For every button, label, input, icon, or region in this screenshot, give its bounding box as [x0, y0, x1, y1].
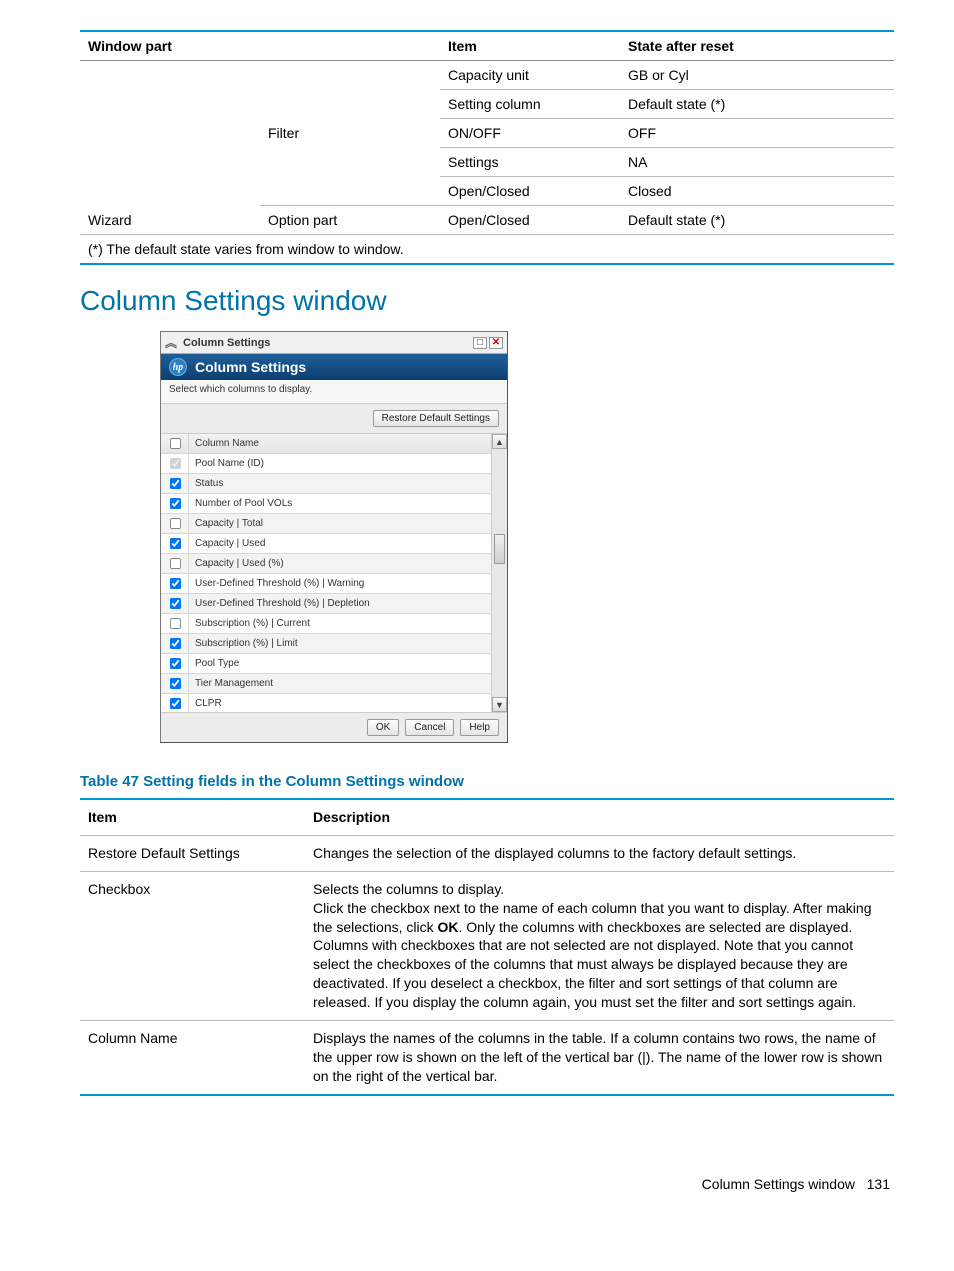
hp-logo-icon: hp	[169, 358, 187, 376]
help-button[interactable]: Help	[460, 719, 499, 736]
list-header-row: Column Name	[161, 434, 491, 454]
column-checkbox[interactable]	[169, 538, 180, 549]
dialog-instruction: Select which columns to display.	[161, 380, 507, 404]
list-item: Subscription (%) | Current	[161, 614, 491, 634]
cancel-button[interactable]: Cancel	[405, 719, 454, 736]
list-item: Subscription (%) | Limit	[161, 634, 491, 654]
th-state: State after reset	[620, 31, 894, 61]
table47-caption: Table 47 Setting fields in the Column Se…	[80, 773, 894, 790]
column-name-label: CLPR	[189, 698, 491, 709]
restore-default-settings-button[interactable]: Restore Default Settings	[373, 410, 499, 427]
table-row: Checkbox Selects the columns to display.…	[80, 871, 894, 1020]
column-list: Column Name Pool Name (ID) Status Number o…	[161, 434, 507, 712]
column-checkbox[interactable]	[169, 598, 180, 609]
column-name-label: Subscription (%) | Current	[189, 618, 491, 629]
column-checkbox[interactable]	[169, 618, 180, 629]
list-item: Tier Management	[161, 674, 491, 694]
column-name-label: Pool Type	[189, 658, 491, 669]
column-checkbox[interactable]	[169, 658, 180, 669]
column-checkbox[interactable]	[169, 558, 180, 569]
desc-bold: OK	[438, 919, 459, 935]
column-checkbox	[169, 458, 180, 469]
column-checkbox[interactable]	[169, 698, 180, 709]
column-name-label: User-Defined Threshold (%) | Warning	[189, 578, 491, 589]
dialog-footer: OK Cancel Help	[161, 712, 507, 742]
dialog-titlebar-text: Column Settings	[183, 337, 270, 349]
list-item: CLPR	[161, 694, 491, 712]
list-item: Capacity | Total	[161, 514, 491, 534]
column-settings-dialog: ︽ Column Settings □ ✕ hp Column Settings…	[160, 331, 508, 743]
th-description: Description	[305, 799, 894, 835]
list-item: User-Defined Threshold (%) | Depletion	[161, 594, 491, 614]
page-footer: Column Settings window 131	[80, 1176, 894, 1192]
list-header-label: Column Name	[189, 438, 491, 449]
maximize-icon[interactable]: □	[473, 337, 487, 349]
column-name-label: Pool Name (ID)	[189, 458, 491, 469]
reset-state-table: Window part Item State after reset Capac…	[80, 30, 894, 265]
footer-text: Column Settings window	[702, 1176, 855, 1192]
dialog-header: hp Column Settings	[161, 354, 507, 380]
column-name-label: User-Defined Threshold (%) | Depletion	[189, 598, 491, 609]
column-name-label: Capacity | Used	[189, 538, 491, 549]
scroll-down-icon[interactable]: ▼	[492, 697, 507, 712]
list-item: Status	[161, 474, 491, 494]
th-item: Item	[80, 799, 305, 835]
table-row: Capacity unit GB or Cyl	[80, 61, 894, 90]
list-item: Number of Pool VOLs	[161, 494, 491, 514]
column-checkbox[interactable]	[169, 578, 180, 589]
column-name-label: Capacity | Total	[189, 518, 491, 529]
column-name-label: Tier Management	[189, 678, 491, 689]
list-item: Pool Type	[161, 654, 491, 674]
select-all-checkbox[interactable]	[169, 438, 180, 449]
column-checkbox[interactable]	[169, 518, 180, 529]
list-item: Capacity | Used (%)	[161, 554, 491, 574]
column-name-label: Status	[189, 478, 491, 489]
list-item: Pool Name (ID)	[161, 454, 491, 474]
desc-line1: Selects the columns to display.	[313, 881, 504, 897]
close-icon[interactable]: ✕	[489, 337, 503, 349]
column-checkbox[interactable]	[169, 638, 180, 649]
collapse-icon[interactable]: ︽	[165, 334, 177, 351]
scroll-up-icon[interactable]: ▲	[492, 434, 507, 449]
dialog-header-text: Column Settings	[195, 359, 306, 375]
ok-button[interactable]: OK	[367, 719, 399, 736]
list-item: User-Defined Threshold (%) | Warning	[161, 574, 491, 594]
list-item: Capacity | Used	[161, 534, 491, 554]
table-row: Restore Default Settings Changes the sel…	[80, 835, 894, 871]
table-row: (*) The default state varies from window…	[80, 235, 894, 265]
table-row: Wizard Option part Open/Closed Default s…	[80, 206, 894, 235]
th-blank	[260, 31, 440, 61]
scroll-thumb[interactable]	[494, 534, 505, 564]
column-checkbox[interactable]	[169, 498, 180, 509]
dialog-titlebar: ︽ Column Settings □ ✕	[161, 332, 507, 354]
th-window-part: Window part	[80, 31, 260, 61]
dialog-toolbar: Restore Default Settings	[161, 404, 507, 434]
column-name-label: Subscription (%) | Limit	[189, 638, 491, 649]
column-name-label: Number of Pool VOLs	[189, 498, 491, 509]
table-row: Column Name Displays the names of the co…	[80, 1021, 894, 1095]
setting-fields-table: Item Description Restore Default Setting…	[80, 798, 894, 1096]
footer-page: 131	[867, 1176, 890, 1192]
column-name-label: Capacity | Used (%)	[189, 558, 491, 569]
column-checkbox[interactable]	[169, 478, 180, 489]
th-item: Item	[440, 31, 620, 61]
scrollbar[interactable]: ▲ ▼	[491, 434, 507, 712]
section-title: Column Settings window	[80, 285, 894, 317]
column-checkbox[interactable]	[169, 678, 180, 689]
